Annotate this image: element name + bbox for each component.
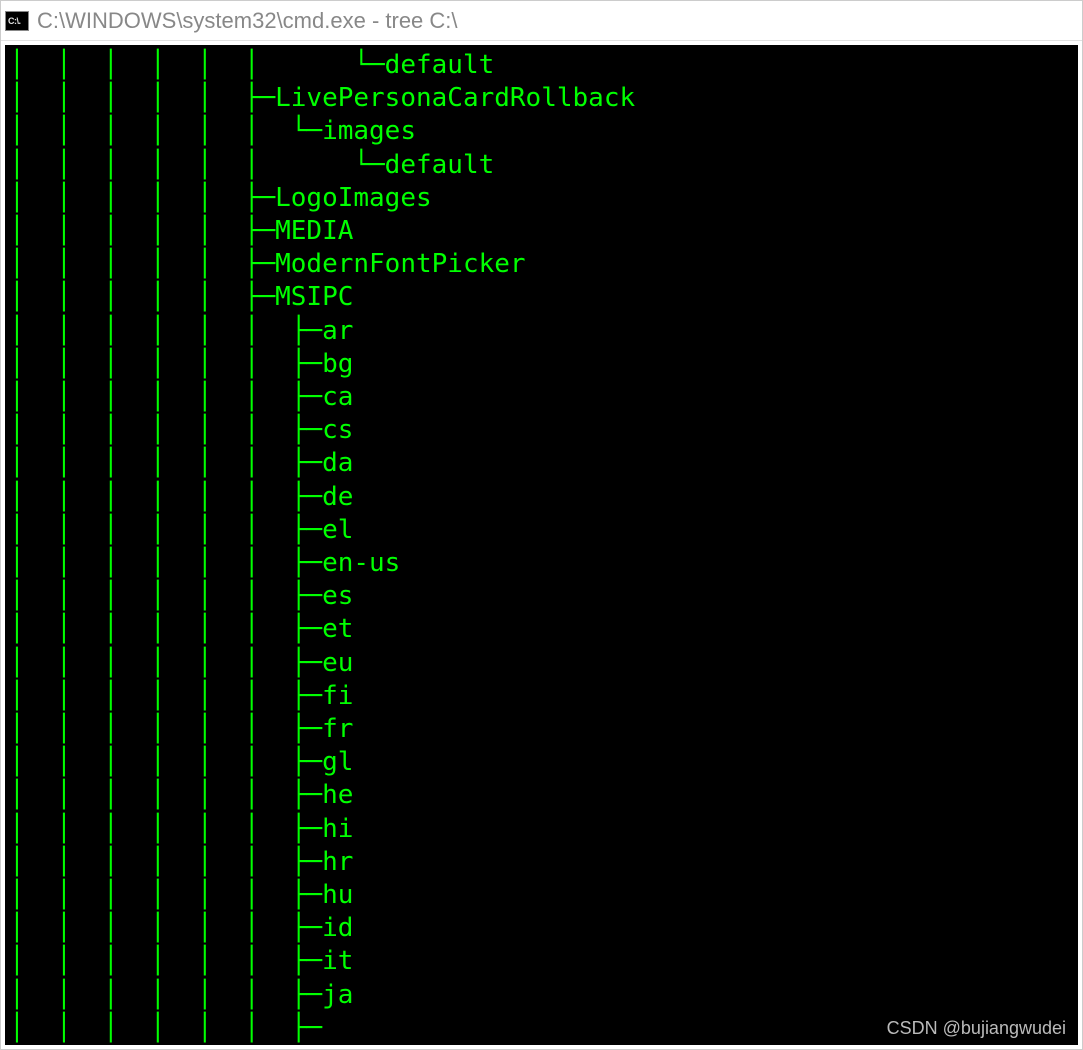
- terminal-output[interactable]: │ │ │ │ │ │ └─default │ │ │ │ │ ├─LivePe…: [5, 45, 1078, 1045]
- cmd-icon: C:\.: [5, 11, 29, 31]
- window-titlebar[interactable]: C:\. C:\WINDOWS\system32\cmd.exe - tree …: [1, 1, 1082, 41]
- tree-text: │ │ │ │ │ │ └─default │ │ │ │ │ ├─LivePe…: [9, 49, 1074, 1045]
- window-title: C:\WINDOWS\system32\cmd.exe - tree C:\: [37, 8, 458, 34]
- watermark-text: CSDN @bujiangwudei: [887, 1018, 1066, 1039]
